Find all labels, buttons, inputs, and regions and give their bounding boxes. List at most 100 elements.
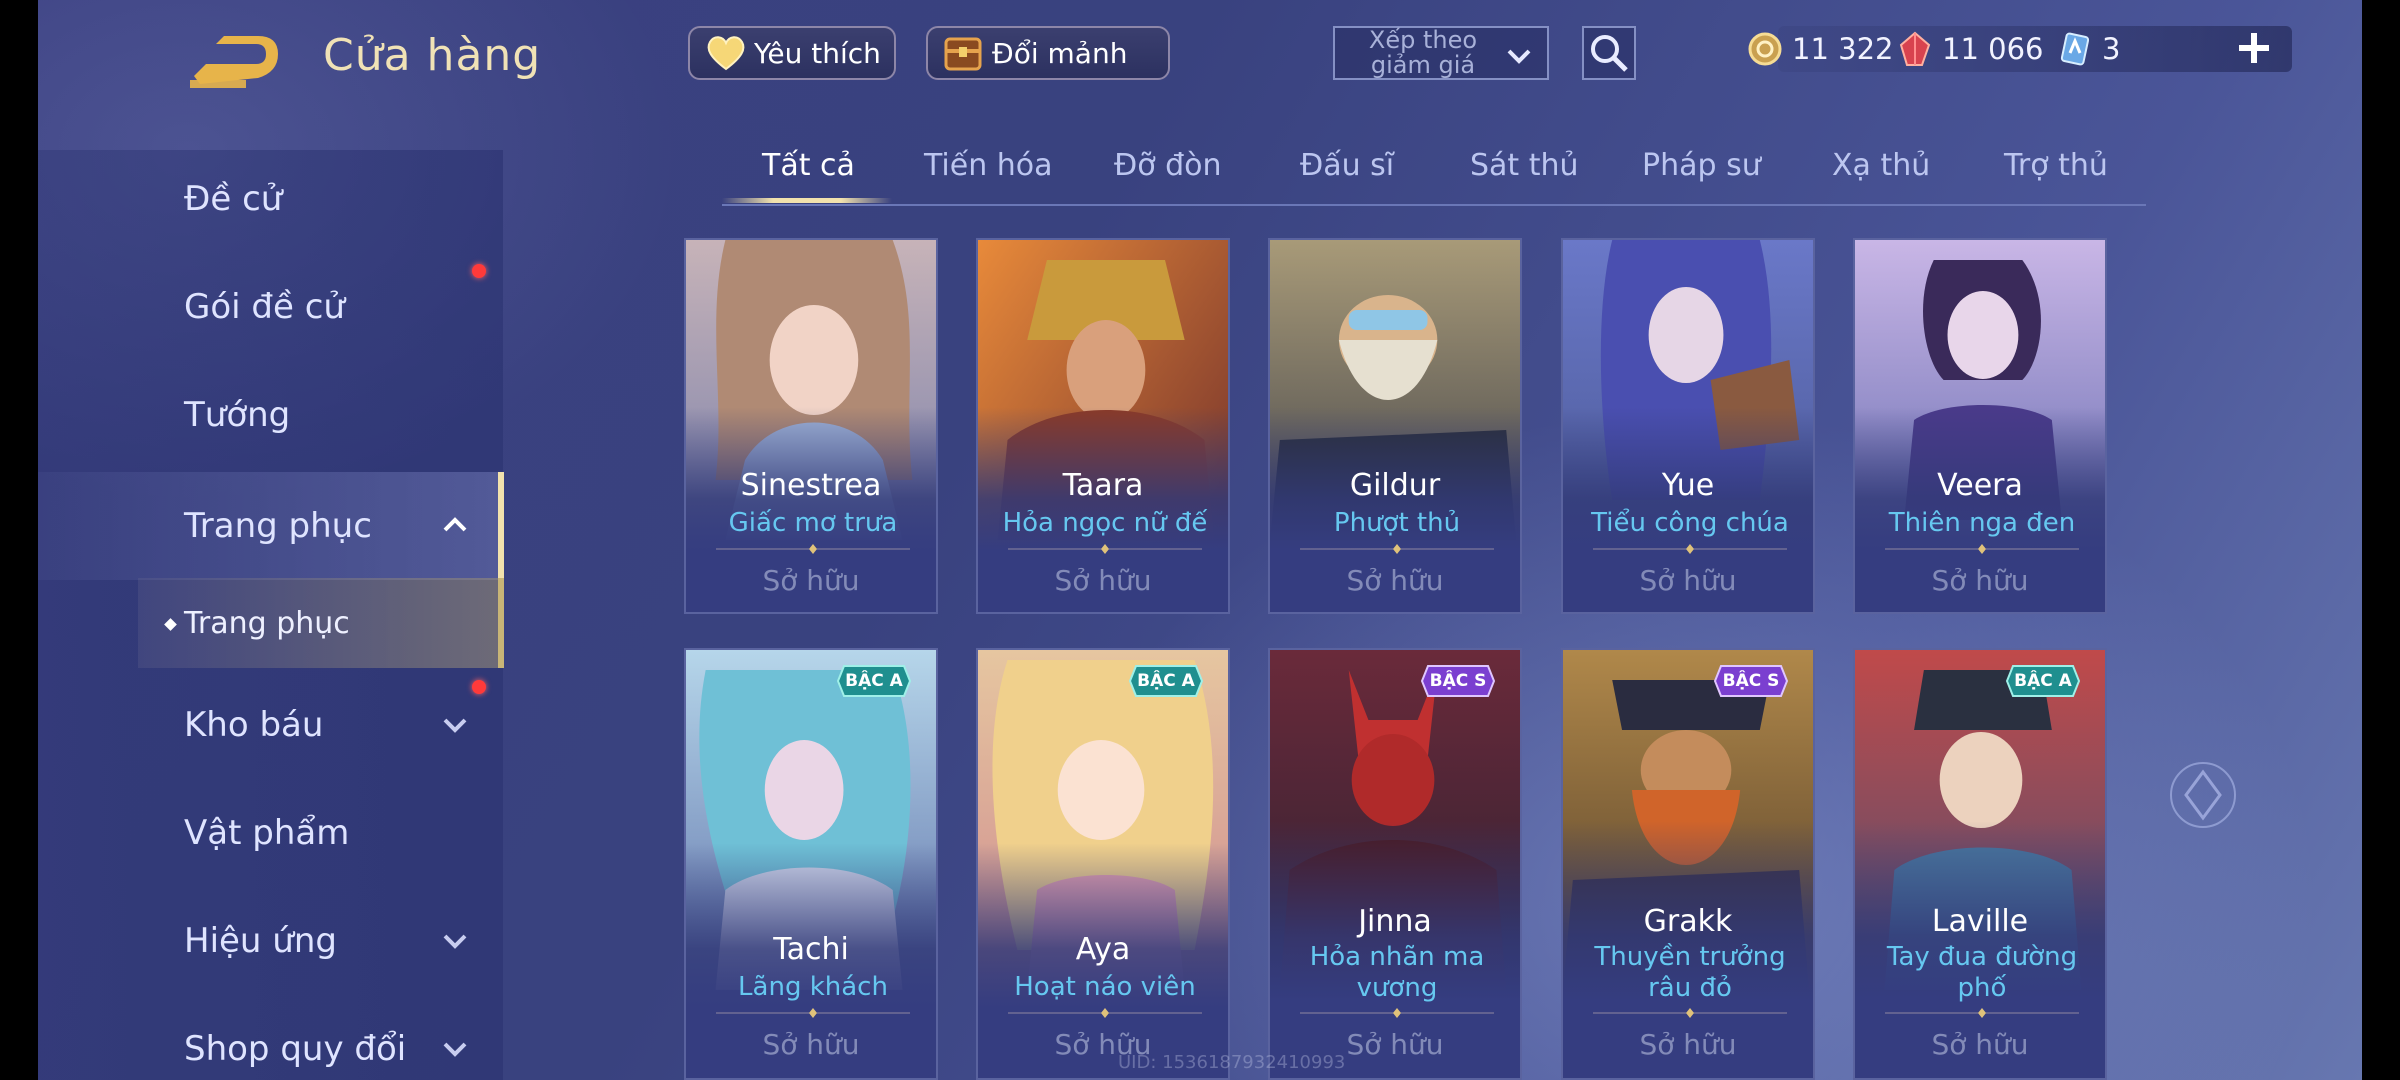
exchange-shards-button[interactable]: Đổi mảnh bbox=[926, 26, 1170, 80]
hero-name: Laville bbox=[1931, 904, 2029, 939]
skin-card-gildur[interactable]: Gildur Phượt thủ Sở hữu bbox=[1268, 238, 1522, 614]
owned-status: Sở hữu bbox=[1054, 564, 1152, 597]
sidebar-item-label: Shop quy đổi bbox=[184, 1029, 407, 1069]
search-button[interactable] bbox=[1582, 26, 1636, 80]
ticket-amount: 3 bbox=[2102, 32, 2121, 66]
hero-name: Tachi bbox=[773, 932, 849, 967]
sidebar: Đề cử Gói đề cử Tướng Trang phục Trang p… bbox=[38, 150, 504, 1080]
owned-status: Sở hữu bbox=[762, 564, 860, 597]
favorites-label: Yêu thích bbox=[754, 36, 881, 70]
skin-name: Thuyền trưởng râu đỏ bbox=[1594, 942, 1786, 1003]
sidebar-item-label: Đề cử bbox=[184, 179, 283, 219]
ruby-amount: 11 066 bbox=[1942, 32, 2044, 66]
ornament-divider bbox=[1300, 544, 1494, 554]
skin-name: Tay đua đường phố bbox=[1886, 942, 2078, 1003]
hero-name: Aya bbox=[1075, 932, 1131, 967]
skin-card-aya[interactable]: BẬC A Aya Hoạt náo viên Sở hữu bbox=[976, 648, 1230, 1080]
chevron-down-icon bbox=[443, 934, 467, 949]
tier-badge-label: BẬC A bbox=[845, 671, 903, 691]
ruby-gem-icon bbox=[1899, 31, 1931, 66]
notification-dot bbox=[472, 680, 486, 694]
sidebar-subitem-skins[interactable]: Trang phục bbox=[138, 578, 504, 668]
sidebar-item-skins[interactable]: Trang phục bbox=[38, 472, 504, 580]
sidebar-item-treasure[interactable]: Kho báu bbox=[38, 676, 498, 774]
sidebar-item-items[interactable]: Vật phẩm bbox=[38, 784, 498, 882]
skin-card-jinna[interactable]: BẬC S Jinna Hỏa nhãn ma vương Sở hữu bbox=[1268, 648, 1522, 1080]
left-letterbox bbox=[0, 0, 38, 1080]
hero-name: Grakk bbox=[1643, 904, 1733, 939]
skin-name: Phượt thủ bbox=[1333, 508, 1461, 538]
owned-status: Sở hữu bbox=[1639, 564, 1737, 597]
skin-name: Thiên nga đen bbox=[1888, 508, 2076, 538]
tab-evolution[interactable]: Tiến hóa bbox=[924, 148, 1053, 183]
sidebar-item-exchange-shop[interactable]: Shop quy đổi bbox=[38, 1000, 498, 1080]
tier-badge-label: BẬC S bbox=[1722, 671, 1780, 691]
ornament-divider bbox=[716, 1008, 910, 1018]
sidebar-item-label: Hiệu ứng bbox=[184, 921, 337, 961]
skin-name: Hỏa ngọc nữ đế bbox=[1002, 508, 1208, 538]
ornament-divider bbox=[1885, 544, 2079, 554]
exchange-shards-label: Đổi mảnh bbox=[992, 36, 1128, 70]
tab-tank[interactable]: Đỡ đòn bbox=[1114, 148, 1222, 183]
tab-fighter[interactable]: Đấu sĩ bbox=[1300, 148, 1394, 183]
skin-card-laville[interactable]: BẬC A Laville Tay đua đường phố Sở hữu bbox=[1853, 648, 2107, 1080]
active-tab-underline bbox=[722, 198, 892, 203]
skin-name: Hỏa nhãn ma vương bbox=[1309, 942, 1485, 1003]
tier-badge-label: BẬC S bbox=[1429, 671, 1487, 691]
tier-badge-label: BẬC A bbox=[2014, 671, 2072, 691]
bullet-icon bbox=[164, 618, 177, 631]
diamond-ornament-icon bbox=[2170, 762, 2236, 828]
sort-label: Xếp theo giảm giá bbox=[1368, 26, 1478, 79]
sidebar-item-recommended-packs[interactable]: Gói đề cử bbox=[38, 258, 498, 356]
favorites-button[interactable]: Yêu thích bbox=[688, 26, 896, 80]
back-arrow-icon[interactable] bbox=[186, 32, 286, 92]
owned-status: Sở hữu bbox=[1639, 1028, 1737, 1061]
notification-dot bbox=[472, 264, 486, 278]
user-id-watermark: UID: 1536187932410993 bbox=[1118, 1052, 1346, 1073]
skin-card-yue[interactable]: Yue Tiểu công chúa Sở hữu bbox=[1561, 238, 1815, 614]
skin-card-veera[interactable]: Veera Thiên nga đen Sở hữu bbox=[1853, 238, 2107, 614]
ornament-divider bbox=[716, 544, 910, 554]
tab-assassin[interactable]: Sát thủ bbox=[1470, 148, 1579, 183]
hero-name: Taara bbox=[1062, 468, 1144, 503]
hero-name: Gildur bbox=[1349, 468, 1441, 503]
ornament-divider bbox=[1593, 544, 1787, 554]
add-currency-plus-icon[interactable] bbox=[2236, 30, 2272, 66]
skin-card-grakk[interactable]: BẬC S Grakk Thuyền trưởng râu đỏ Sở hữu bbox=[1561, 648, 1815, 1080]
tier-badge-label: BẬC A bbox=[1137, 671, 1195, 691]
chevron-down-icon bbox=[443, 1042, 467, 1057]
tab-support[interactable]: Trợ thủ bbox=[2004, 148, 2108, 183]
hero-name: Yue bbox=[1661, 468, 1715, 503]
ornament-divider bbox=[1593, 1008, 1787, 1018]
sidebar-item-heroes[interactable]: Tướng bbox=[38, 366, 498, 464]
owned-status: Sở hữu bbox=[1346, 564, 1444, 597]
chevron-up-icon bbox=[443, 517, 467, 532]
skin-name: Lãng khách bbox=[738, 972, 888, 1002]
ornament-divider bbox=[1300, 1008, 1494, 1018]
skin-card-taara[interactable]: Taara Hỏa ngọc nữ đế Sở hữu bbox=[976, 238, 1230, 614]
skin-name: Hoạt náo viên bbox=[1014, 972, 1196, 1002]
chevron-down-icon bbox=[443, 718, 467, 733]
ticket-card-icon bbox=[2060, 32, 2090, 66]
tab-mage[interactable]: Pháp sư bbox=[1642, 148, 1761, 183]
sidebar-item-label: Trang phục bbox=[184, 506, 372, 546]
category-tabs: Tất cả Tiến hóa Đỡ đòn Đấu sĩ Sát thủ Ph… bbox=[722, 140, 2146, 206]
skin-card-tachi[interactable]: BẬC A Tachi Lãng khách Sở hữu bbox=[684, 648, 938, 1080]
ornament-divider bbox=[1885, 1008, 2079, 1018]
tab-all[interactable]: Tất cả bbox=[762, 148, 855, 183]
page-title: Cửa hàng bbox=[323, 30, 542, 81]
skin-name: Tiểu công chúa bbox=[1591, 508, 1789, 538]
sidebar-item-recommended[interactable]: Đề cử bbox=[38, 150, 498, 248]
sidebar-item-effects[interactable]: Hiệu ứng bbox=[38, 892, 498, 990]
skin-card-sinestrea[interactable]: Sinestrea Giấc mơ trưa Sở hữu bbox=[684, 238, 938, 614]
ornament-divider bbox=[1008, 1008, 1202, 1018]
shop-screen: Cửa hàng Đề cử Gói đề cử Tướng Trang phụ… bbox=[38, 0, 2362, 1080]
owned-status: Sở hữu bbox=[762, 1028, 860, 1061]
ticket-currency: 3 bbox=[2058, 26, 2120, 72]
hero-name: Veera bbox=[1937, 468, 2023, 503]
tab-marksman[interactable]: Xạ thủ bbox=[1832, 148, 1930, 183]
ornament-divider bbox=[1008, 544, 1202, 554]
heart-icon bbox=[707, 36, 745, 71]
skin-name: Giấc mơ trưa bbox=[728, 508, 898, 538]
sort-dropdown[interactable]: Xếp theo giảm giá bbox=[1333, 26, 1549, 80]
